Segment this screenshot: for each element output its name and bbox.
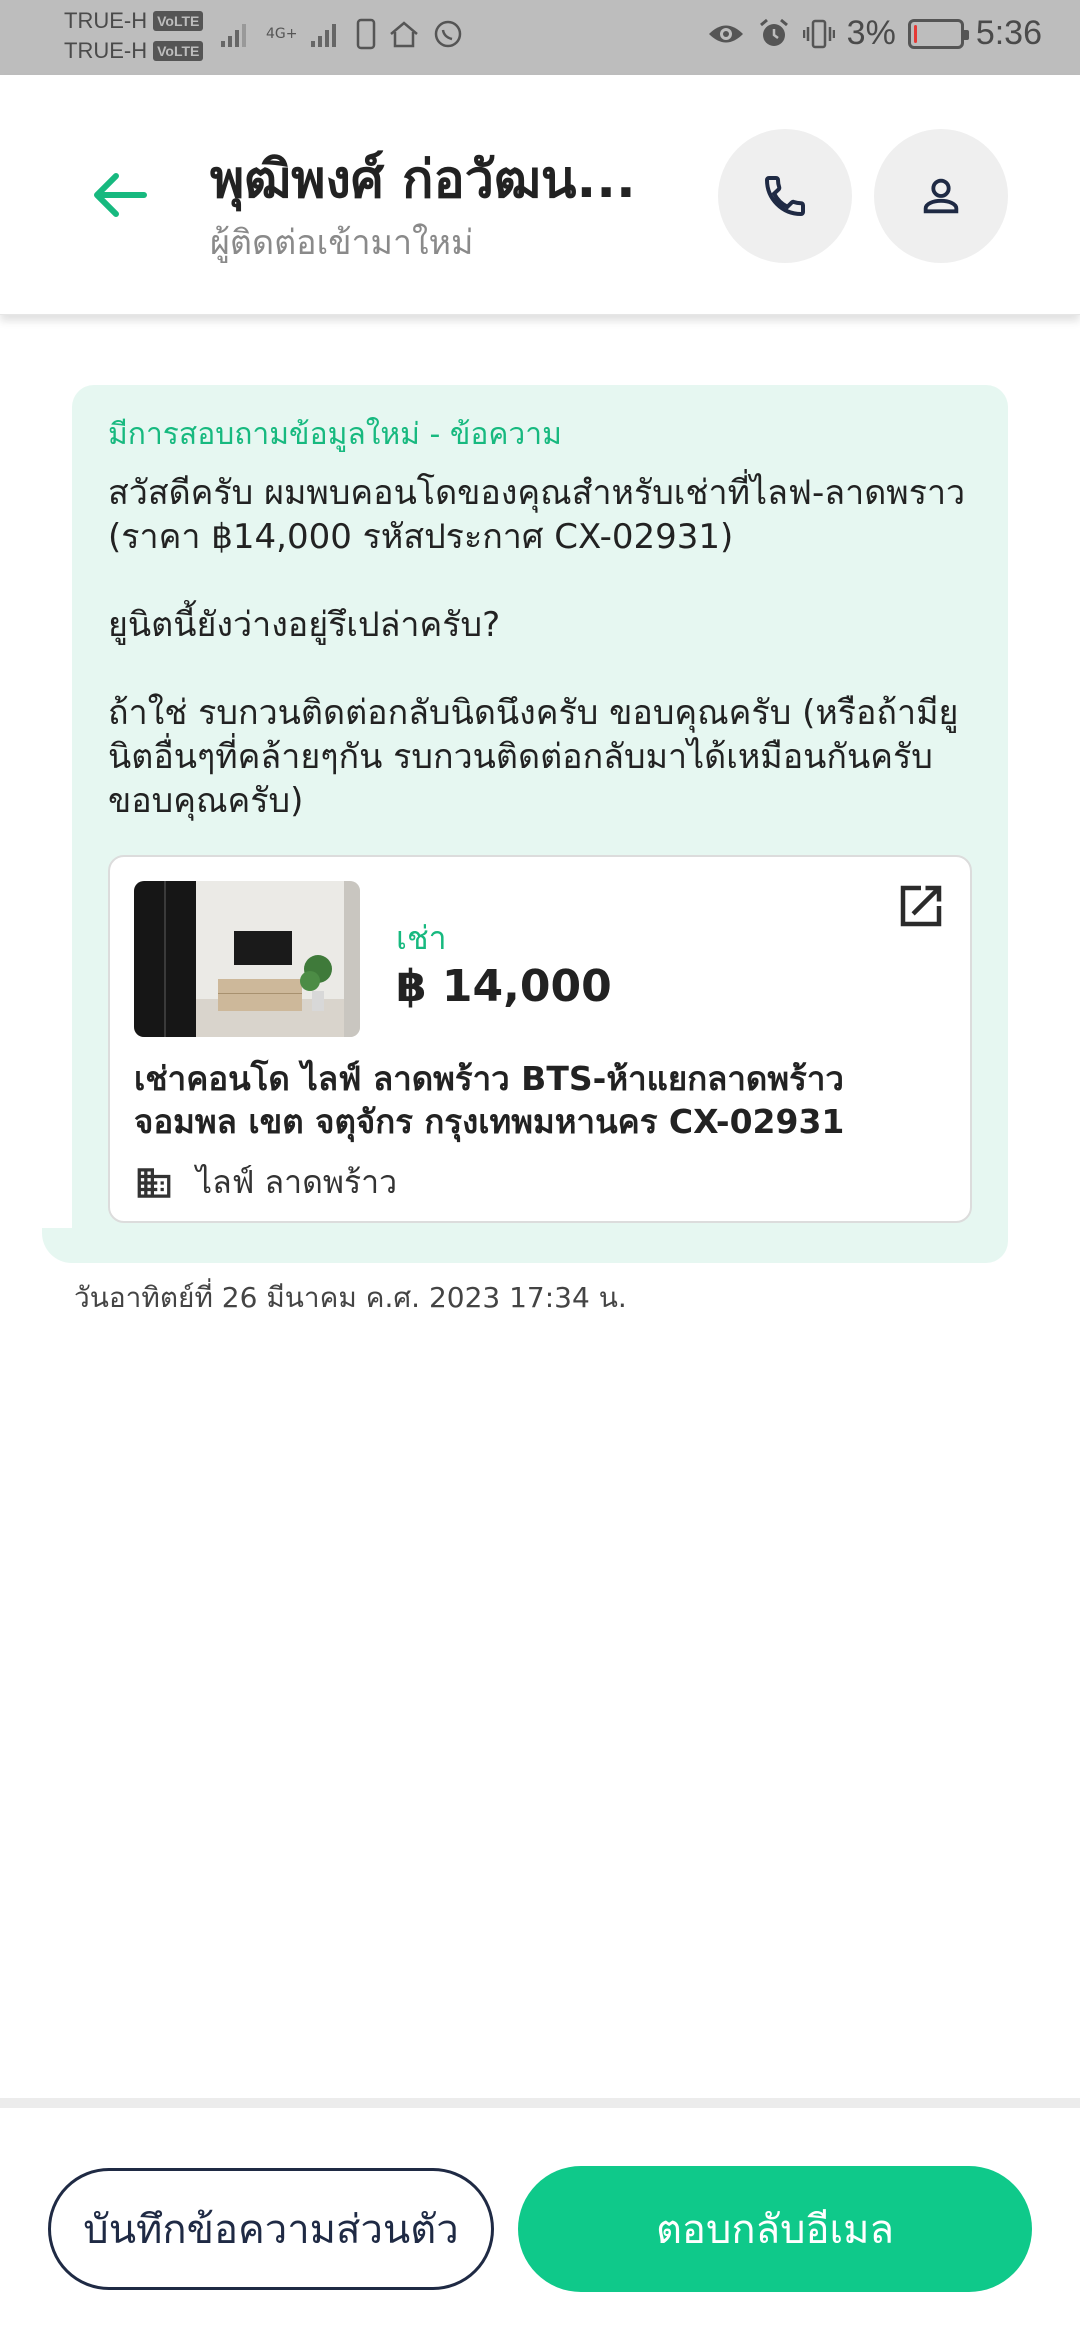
status-bar: TRUE-H VoLTE TRUE-H VoLTE 4G+ 3% 5:36 bbox=[0, 0, 1080, 75]
open-listing-button[interactable] bbox=[894, 879, 948, 933]
battery-icon bbox=[907, 18, 969, 49]
call-button[interactable] bbox=[718, 129, 852, 263]
person-icon bbox=[923, 178, 959, 214]
open-external-icon bbox=[900, 885, 942, 927]
listing-title: เช่าคอนโด ไลฟ์ ลาดพร้าว BTS-ห้าแยกลาดพร้… bbox=[134, 1059, 845, 1141]
bottom-action-bar: บันทึกข้อความส่วนตัว ตอบกลับอีเมล bbox=[0, 2098, 1080, 2340]
signal-icon bbox=[310, 24, 336, 47]
whatsapp-icon bbox=[434, 20, 461, 48]
conversation-header: พุฒิพงศ์ ก่อวัฒน... ผู้ติดต่อเข้ามาใหม่ bbox=[0, 75, 1080, 315]
carrier-info: TRUE-H VoLTE TRUE-H VoLTE bbox=[64, 6, 204, 66]
listing-type: เช่า bbox=[396, 919, 447, 957]
eye-icon bbox=[708, 25, 743, 42]
message-body: สวัสดีครับ ผมพบคอนโดของคุณสำหรับเช่าที่ไ… bbox=[108, 471, 978, 823]
listing-card[interactable]: เช่า ฿ 14,000 เช่าคอนโด ไลฟ์ ลาดพร้าว BT… bbox=[108, 855, 972, 1223]
volte-badge: VoLTE bbox=[153, 41, 204, 61]
volte-badge: VoLTE bbox=[153, 11, 204, 31]
contact-name: พุฒิพงศ์ ก่อวัฒน... bbox=[210, 150, 636, 210]
contact-status: ผู้ติดต่อเข้ามาใหม่ bbox=[210, 223, 474, 263]
private-note-button[interactable]: บันทึกข้อความส่วนตัว bbox=[48, 2168, 494, 2290]
screen: TRUE-H VoLTE TRUE-H VoLTE 4G+ 3% 5:36 พุ… bbox=[0, 0, 1080, 2340]
contact-profile-button[interactable] bbox=[874, 129, 1008, 263]
listing-thumbnail bbox=[134, 881, 360, 1037]
network-type-label: 4G+ bbox=[266, 26, 298, 42]
phone-icon bbox=[764, 176, 805, 217]
signal-icon bbox=[221, 24, 246, 47]
phone-storage-icon bbox=[356, 18, 375, 50]
vibrate-icon bbox=[802, 19, 835, 48]
project-row: ไลฟ์ ลาดพร้าว bbox=[134, 1157, 397, 1208]
carrier-1: TRUE-H bbox=[64, 8, 148, 33]
battery-percent: 3% bbox=[846, 14, 896, 52]
battery-level bbox=[913, 24, 918, 43]
carrier-2: TRUE-H bbox=[64, 38, 148, 63]
building-icon bbox=[137, 1167, 171, 1198]
alarm-icon bbox=[759, 18, 788, 46]
message-bubble: มีการสอบถามข้อมูลใหม่ - ข้อความ สวัสดีคร… bbox=[72, 385, 1008, 1263]
listing-price: ฿ 14,000 bbox=[396, 961, 612, 1012]
reply-email-button[interactable]: ตอบกลับอีเมล bbox=[518, 2166, 1032, 2292]
back-button[interactable] bbox=[88, 163, 152, 227]
clock: 5:36 bbox=[975, 14, 1042, 52]
project-name: ไลฟ์ ลาดพร้าว bbox=[196, 1163, 398, 1201]
message-type-heading: มีการสอบถามข้อมูลใหม่ - ข้อความ bbox=[108, 417, 562, 452]
listing-photo bbox=[134, 881, 360, 1037]
status-icons-right: 3% 5:36 bbox=[707, 14, 1042, 53]
home-wifi-icon bbox=[389, 21, 418, 48]
message-paragraph: ยูนิตนี้ยังว่างอยู่รึเปล่าครับ? bbox=[108, 605, 501, 645]
arrow-left-icon bbox=[94, 173, 147, 217]
status-icons-left: 4G+ bbox=[220, 18, 464, 50]
message-paragraph: สวัสดีครับ ผมพบคอนโดของคุณสำหรับเช่าที่ไ… bbox=[108, 473, 966, 557]
message-timestamp: วันอาทิตย์ที่ 26 มีนาคม ค.ศ. 2023 17:34 … bbox=[74, 1281, 627, 1314]
message-paragraph: ถ้าใช่ รบกวนติดต่อกลับนิดนึงครับ ขอบคุณค… bbox=[108, 693, 959, 821]
